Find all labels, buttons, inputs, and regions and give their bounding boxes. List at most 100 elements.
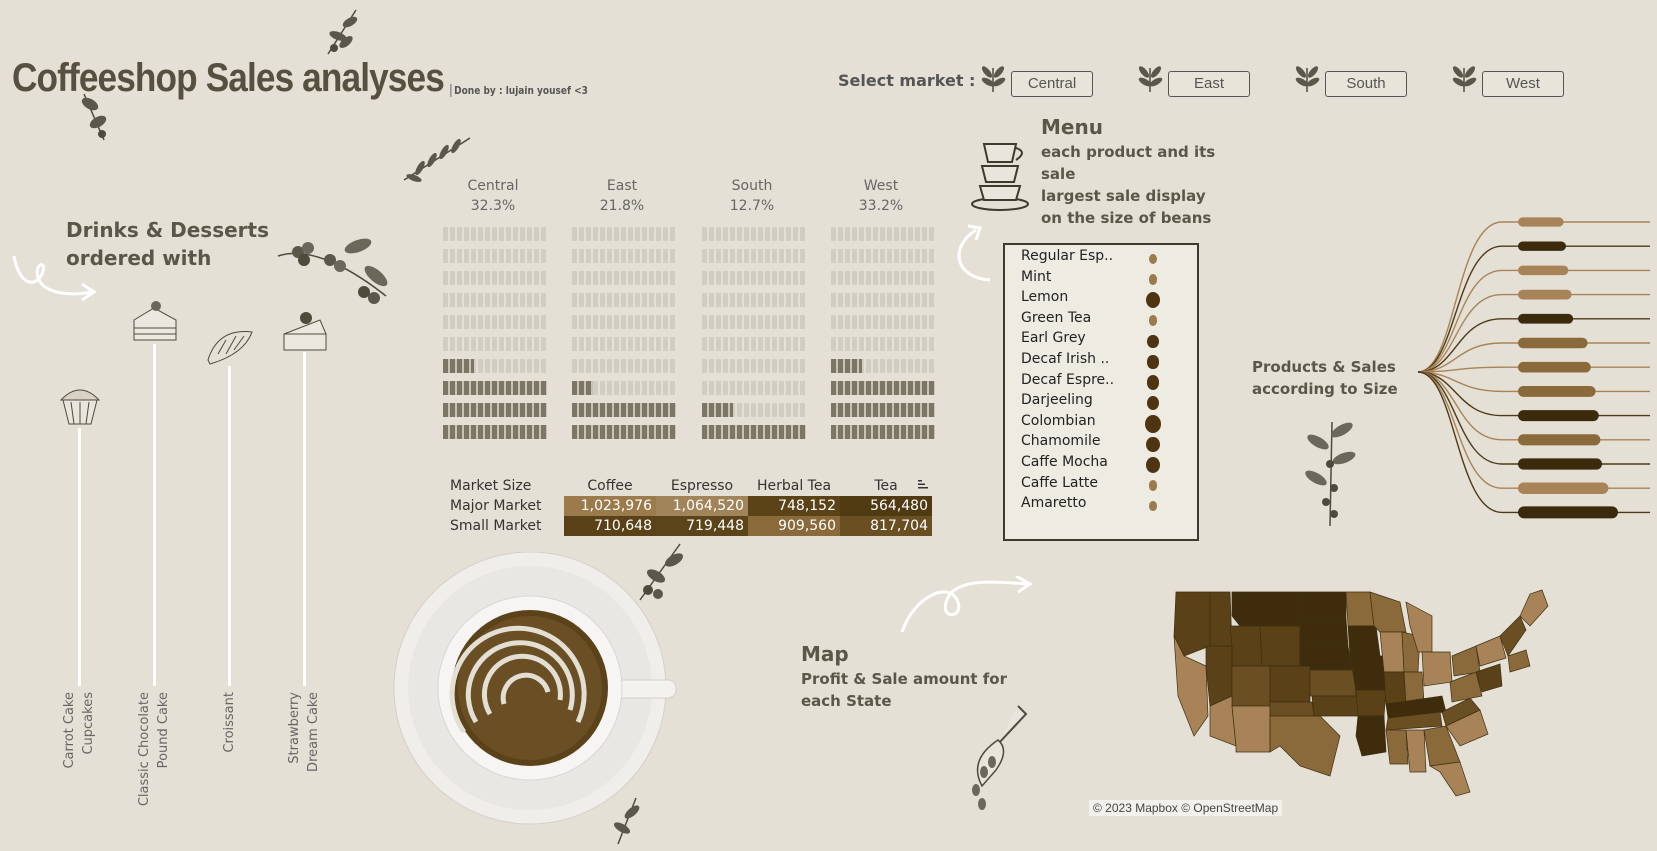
author-byline: Done by : lujain yousef <3	[450, 84, 588, 97]
cupcake-icon	[59, 389, 101, 425]
curved-arrow-icon	[957, 224, 991, 282]
curly-arrow-icon	[900, 576, 1033, 633]
menu-item[interactable]: Earl Grey	[1021, 330, 1086, 346]
menu-item[interactable]: Colombian	[1021, 413, 1096, 429]
size-bar	[1518, 506, 1618, 519]
bean-row-fill	[831, 381, 935, 395]
menu-item[interactable]: Decaf Espre..	[1021, 372, 1114, 388]
leaf-icon	[1295, 66, 1320, 92]
dessert-label-carrot-cake: Carrot Cake	[62, 692, 77, 769]
bean-row	[443, 403, 547, 417]
bean-size-mark	[1147, 355, 1159, 369]
size-bar	[1518, 265, 1569, 276]
bean-size-mark	[1146, 396, 1160, 411]
leaf-icon	[981, 66, 1006, 92]
products-size-tree	[1417, 217, 1650, 519]
market-button-central[interactable]: Central	[1011, 71, 1093, 97]
menu-item[interactable]: Darjeeling	[1021, 392, 1093, 408]
market-share-name: South	[731, 178, 773, 194]
market-button-west[interactable]: West	[1482, 71, 1564, 97]
bean-row	[443, 337, 547, 351]
us-map[interactable]	[1170, 586, 1562, 800]
market-share-name: Central	[467, 178, 519, 194]
size-bar	[1518, 313, 1574, 324]
dessert-label-classic-chocolate: Classic Chocolate	[137, 692, 152, 807]
leaf-icon	[1452, 66, 1477, 92]
market-share-name: West	[863, 178, 899, 194]
bean-row	[443, 293, 547, 307]
leaf-icon	[327, 9, 358, 55]
dessert-label-dream-cake: Dream Cake	[306, 692, 321, 772]
menu-item[interactable]: Lemon	[1021, 289, 1068, 305]
bean-size-mark	[1146, 436, 1160, 453]
dessert-stem	[153, 344, 156, 686]
bean-row	[572, 381, 676, 395]
bean-row-fill	[572, 403, 676, 417]
bean-row-fill	[443, 425, 547, 439]
size-bar	[1518, 217, 1564, 227]
table-cell: 817,704	[840, 516, 932, 536]
menu-item[interactable]: Green Tea	[1021, 310, 1091, 326]
market-button-south[interactable]: South	[1325, 71, 1407, 97]
bean-row	[443, 381, 547, 395]
market-share-pct: 21.8%	[599, 198, 645, 214]
tree-branch	[1417, 245, 1650, 373]
bean-row-fill	[572, 381, 593, 395]
size-bar	[1518, 434, 1601, 446]
table-cell: 1,064,520	[656, 496, 748, 516]
map-attribution[interactable]: © 2023 Mapbox © OpenStreetMap	[1089, 800, 1283, 816]
bean-row	[572, 227, 676, 241]
bean-row-fill	[831, 359, 863, 373]
bean-row	[831, 249, 935, 263]
bean-row	[702, 403, 806, 417]
bean-row	[443, 425, 547, 439]
market-select-label: Select market :	[838, 71, 976, 90]
sort-icon[interactable]	[917, 478, 929, 490]
table-cell: 909,560	[748, 516, 840, 536]
table-header: Herbal Tea	[756, 478, 832, 494]
size-bar	[1518, 482, 1609, 494]
market-size-table: Market Size Coffee Espresso Herbal Tea T…	[444, 476, 932, 536]
dessert-label-cupcakes: Cupcakes	[81, 692, 96, 755]
bean-size-mark	[1148, 480, 1158, 492]
menu-item[interactable]: Caffe Mocha	[1021, 454, 1108, 470]
bean-row	[702, 359, 806, 373]
bean-size-mark	[1148, 253, 1158, 265]
dessert-stem	[303, 352, 306, 686]
bean-size-mark	[1148, 274, 1158, 286]
bean-row	[702, 315, 806, 329]
menu-item[interactable]: Mint	[1021, 269, 1051, 285]
table-header: Coffee	[587, 478, 633, 494]
market-share-name: East	[606, 178, 638, 194]
bean-row	[443, 227, 547, 241]
table-cell: 710,648	[564, 516, 656, 536]
bean-row-fill	[831, 425, 935, 439]
coffee-berries-icon	[277, 238, 388, 304]
menu-item[interactable]: Decaf Irish ..	[1021, 351, 1109, 367]
bean-row	[831, 315, 935, 329]
bean-row	[702, 337, 806, 351]
curly-arrow-icon	[12, 255, 96, 302]
bean-row	[831, 403, 935, 417]
size-bar	[1518, 458, 1602, 470]
menu-item[interactable]: Regular Esp..	[1021, 248, 1113, 264]
menu-item[interactable]: Amaretto	[1021, 495, 1086, 511]
bean-row	[831, 381, 935, 395]
size-bar	[1518, 410, 1599, 422]
dessert-label-pound-cake: Pound Cake	[156, 692, 171, 769]
cake-slice-icon	[133, 301, 177, 341]
bean-size-mark	[1148, 315, 1158, 327]
bean-row-fill	[702, 425, 806, 439]
stacked-cups-icon	[971, 143, 1029, 211]
leaf-icon	[81, 93, 107, 141]
menu-item[interactable]: Caffe Latte	[1021, 475, 1098, 491]
bean-row	[702, 293, 806, 307]
menu-item[interactable]: Chamomile	[1021, 433, 1100, 449]
bean-row	[443, 359, 547, 373]
bean-row	[572, 271, 676, 285]
market-share-pct: 32.3%	[470, 198, 516, 214]
bean-row	[572, 315, 676, 329]
market-button-east[interactable]: East	[1168, 71, 1250, 97]
bean-row	[831, 359, 935, 373]
table-header: Espresso	[670, 478, 734, 494]
